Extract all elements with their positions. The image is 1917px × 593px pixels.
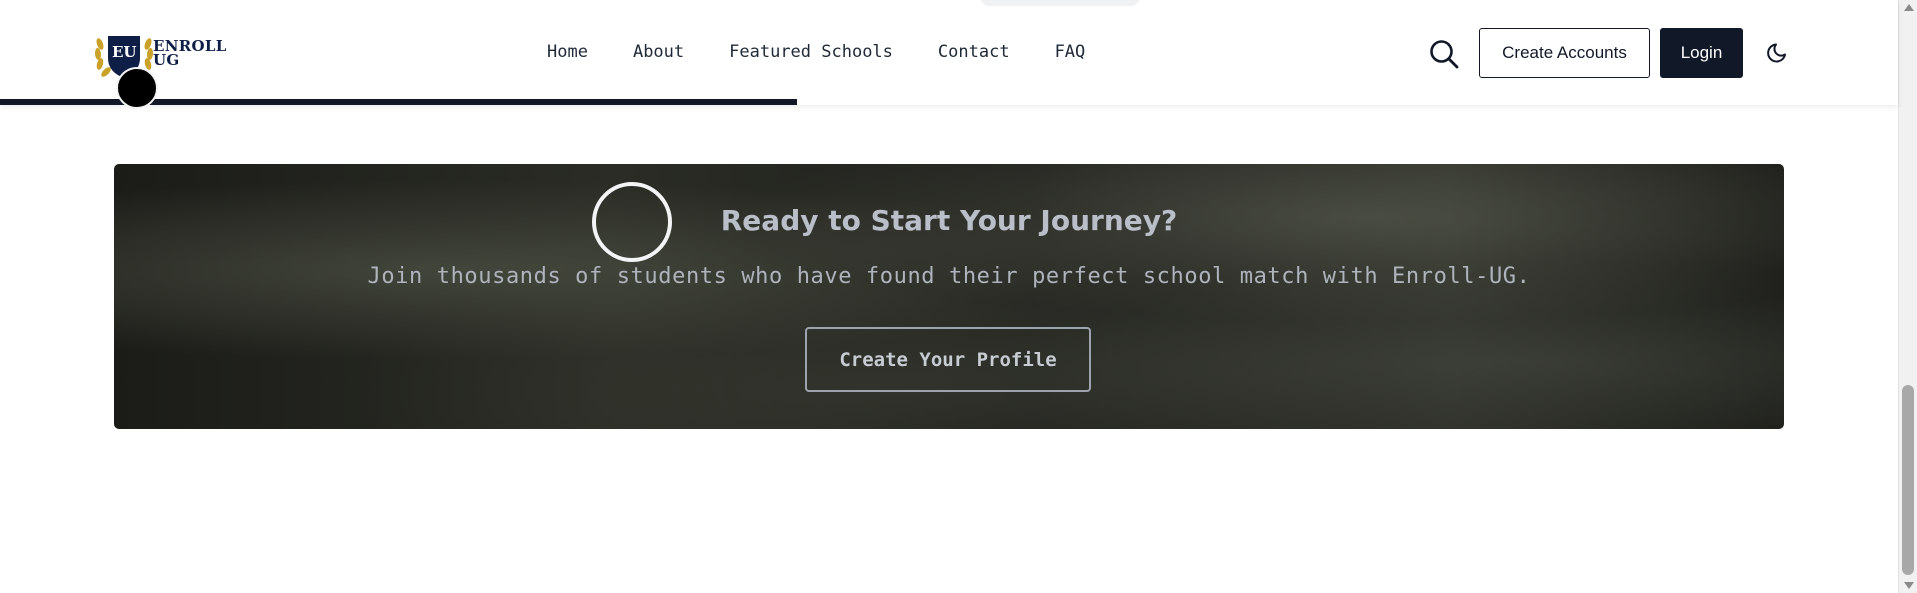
scrollbar-thumb[interactable] bbox=[1902, 385, 1914, 575]
site-logo[interactable]: EU ENROLL UG bbox=[94, 30, 227, 78]
theme-toggle-button[interactable] bbox=[1765, 39, 1791, 65]
scroll-down-arrow-icon[interactable] bbox=[1904, 582, 1914, 589]
moon-icon bbox=[1767, 43, 1786, 63]
nav-contact[interactable]: Contact bbox=[938, 42, 1010, 62]
cta-banner: Ready to Start Your Journey? Join thousa… bbox=[114, 164, 1784, 429]
scroll-up-arrow-icon[interactable] bbox=[1904, 4, 1914, 11]
create-accounts-button[interactable]: Create Accounts bbox=[1479, 28, 1650, 78]
page-scrollbar[interactable] bbox=[1898, 0, 1917, 593]
logo-line-2: UG bbox=[153, 51, 180, 69]
nav-about[interactable]: About bbox=[633, 42, 684, 62]
site-header: EU ENROLL UG Home About Featured Schools… bbox=[0, 0, 1898, 109]
nav-featured-schools[interactable]: Featured Schools bbox=[729, 42, 893, 62]
search-icon bbox=[1430, 40, 1459, 69]
scroll-progress-bar bbox=[0, 99, 1898, 105]
main-nav: Home About Featured Schools Contact FAQ bbox=[547, 42, 1085, 62]
content-peek bbox=[980, 0, 1140, 6]
cursor-highlight bbox=[116, 67, 158, 109]
nav-home[interactable]: Home bbox=[547, 42, 588, 62]
nav-faq[interactable]: FAQ bbox=[1055, 42, 1086, 62]
logo-wordmark: ENROLL UG bbox=[153, 39, 227, 69]
login-button[interactable]: Login bbox=[1660, 28, 1743, 78]
logo-badge: EU bbox=[112, 43, 137, 61]
cta-title: Ready to Start Your Journey? bbox=[720, 204, 1178, 237]
cta-subtitle: Join thousands of students who have foun… bbox=[367, 264, 1531, 289]
create-profile-button[interactable]: Create Your Profile bbox=[805, 327, 1091, 392]
search-button[interactable] bbox=[1428, 38, 1460, 70]
